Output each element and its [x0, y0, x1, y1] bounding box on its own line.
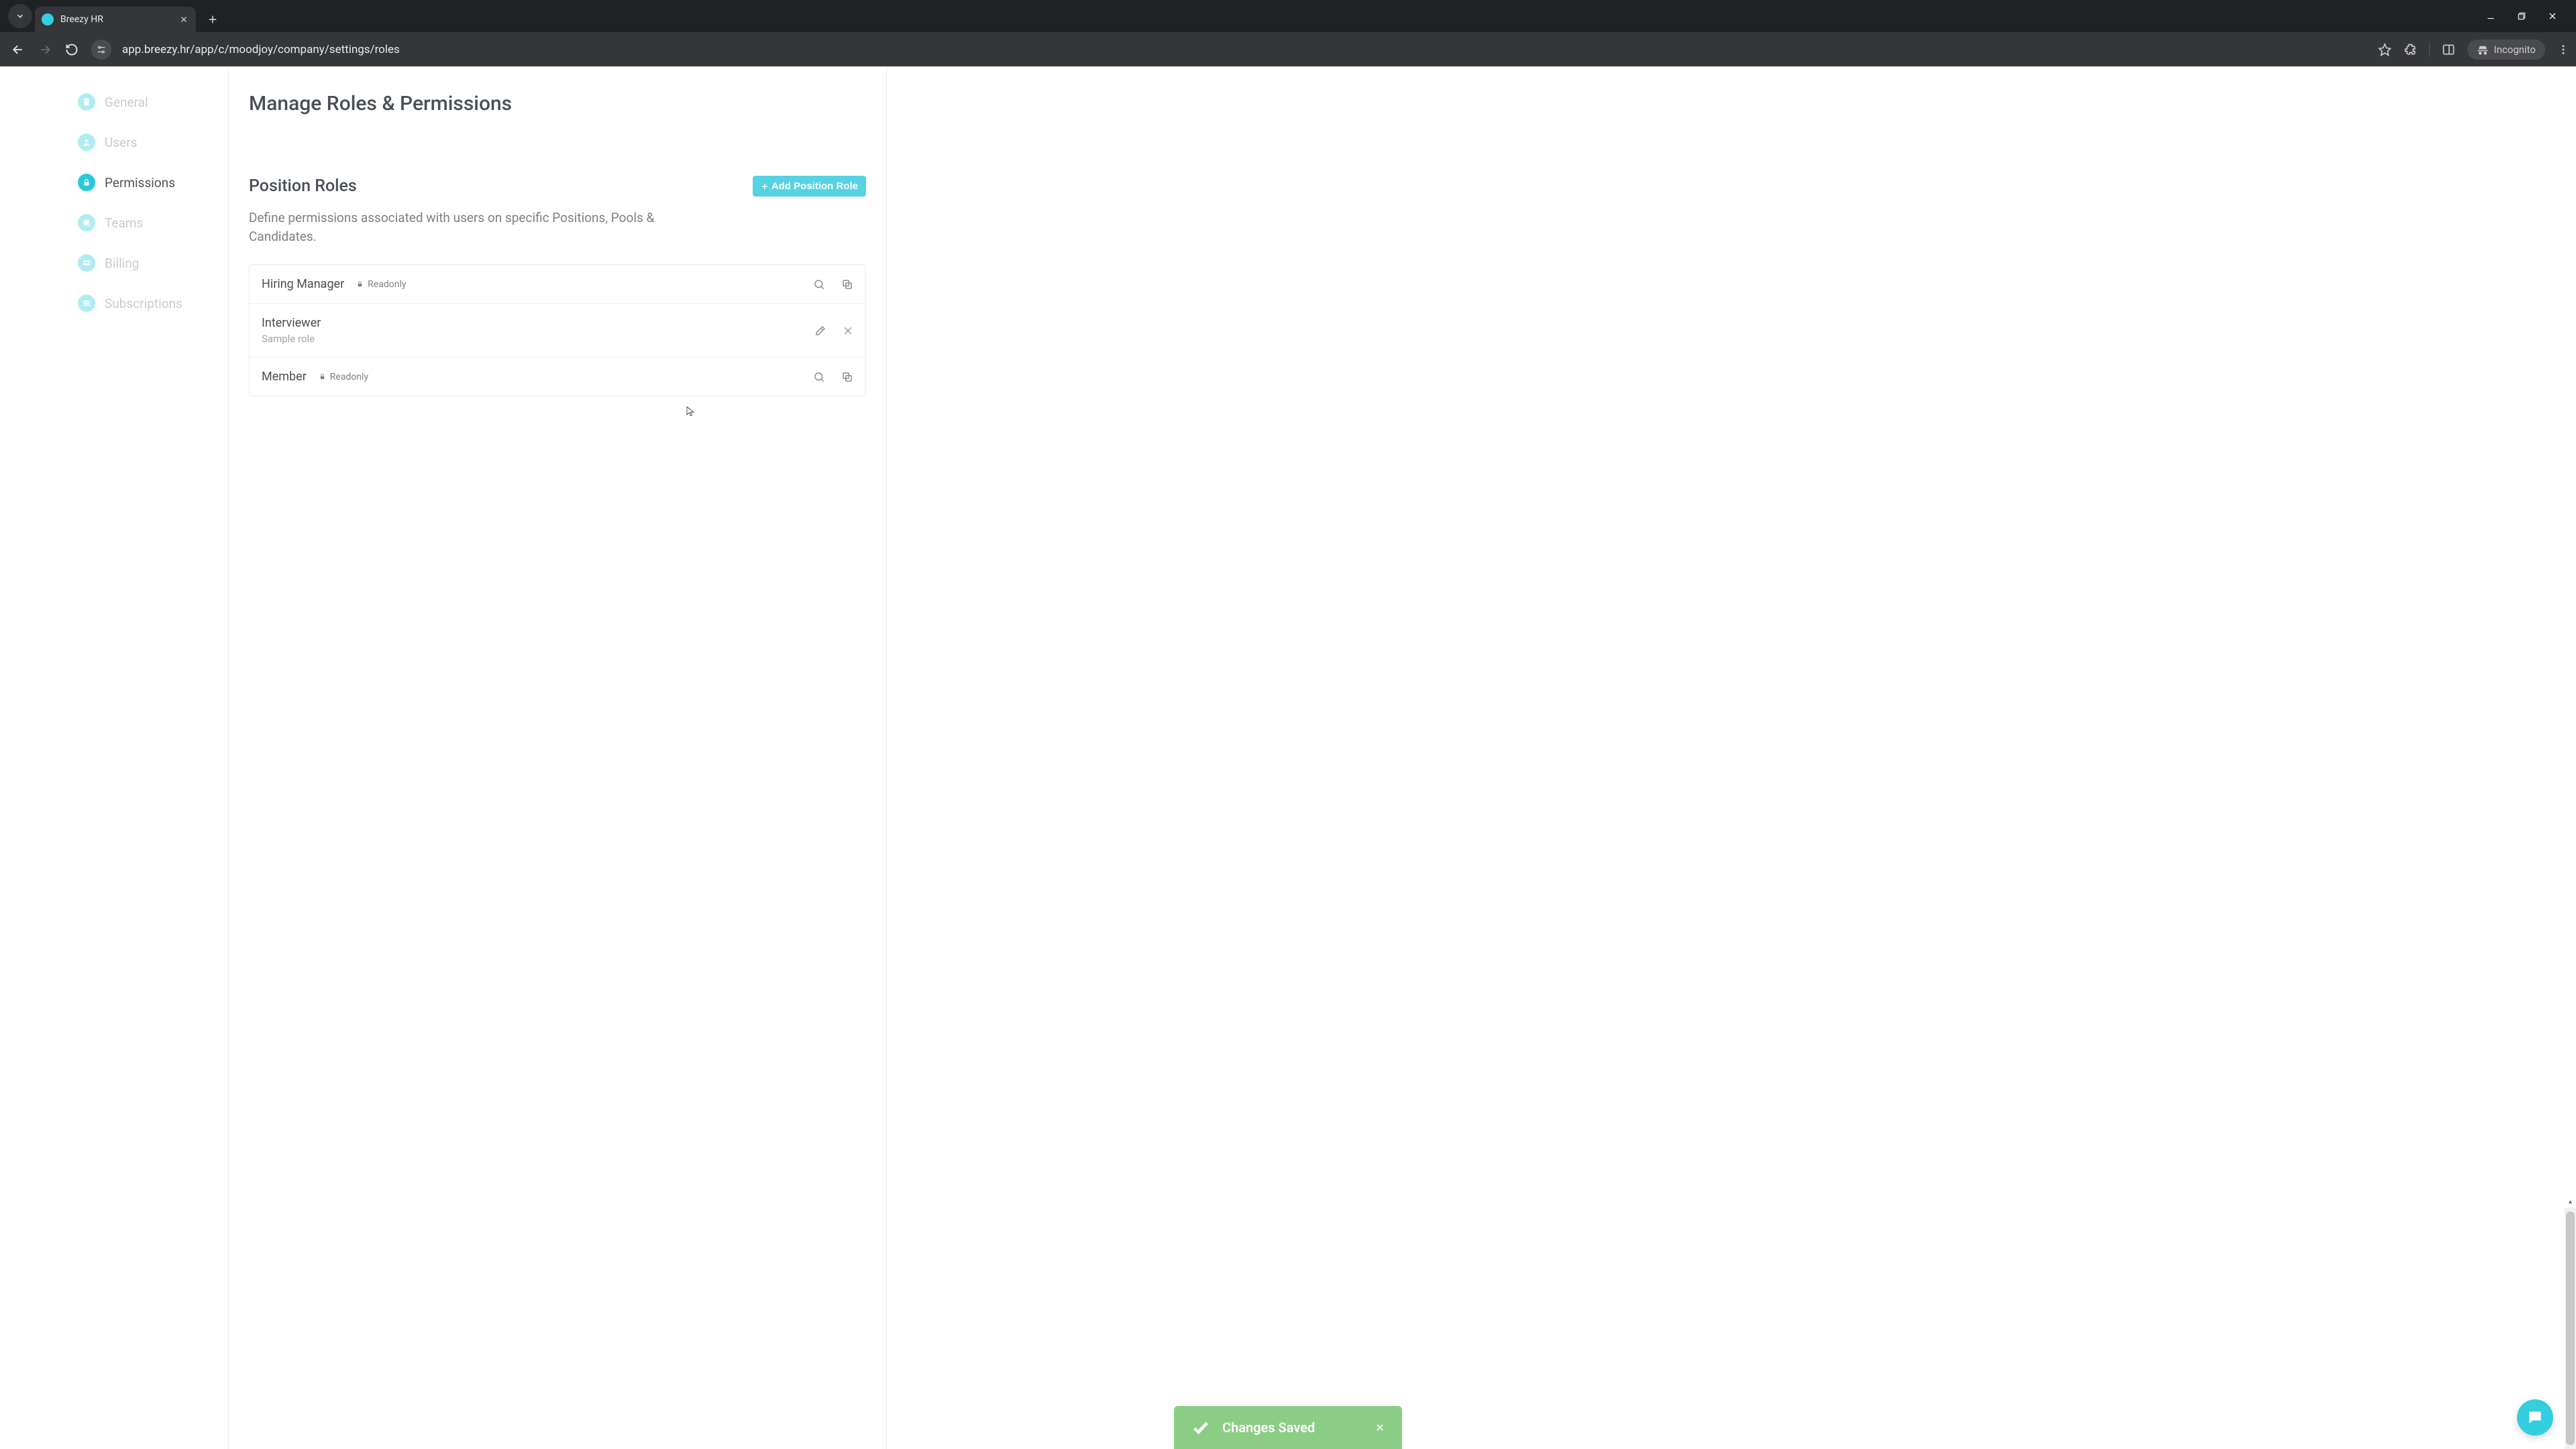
tab-title: Breezy HR: [60, 14, 173, 25]
role-row[interactable]: Hiring Manager Readonly: [250, 265, 865, 304]
window-maximize-button[interactable]: [2517, 11, 2536, 21]
tab-search-button[interactable]: [8, 4, 32, 28]
sidebar-item-subscriptions[interactable]: Subscriptions: [78, 294, 228, 312]
lock-icon: [356, 280, 364, 288]
role-subtitle: Sample role: [262, 333, 814, 345]
toast-dismiss-button[interactable]: [1375, 1423, 1385, 1432]
copy-icon: [841, 278, 853, 290]
toolbar-separator: [2429, 42, 2430, 57]
readonly-badge: Readonly: [319, 372, 368, 382]
lock-icon: [78, 174, 95, 191]
main-panel: Manage Roles & Permissions Position Role…: [228, 66, 887, 1449]
building-icon: [78, 93, 95, 111]
role-name: Member: [262, 370, 307, 384]
add-position-role-button[interactable]: Add Position Role: [753, 176, 866, 197]
copy-icon: [841, 371, 853, 383]
site-settings-button[interactable]: [91, 40, 111, 60]
edit-icon: [814, 325, 826, 337]
search-icon: [813, 278, 825, 290]
sidepanel-button[interactable]: [2442, 43, 2455, 56]
sidebar-item-label: General: [105, 95, 148, 110]
page-viewport: General Users Permissions Teams: [0, 66, 2576, 1449]
sidebar-item-label: Teams: [105, 215, 143, 231]
card-icon: [78, 254, 95, 272]
settings-sidebar: General Users Permissions Teams: [0, 66, 228, 1449]
section-title: Position Roles: [249, 176, 357, 196]
nav-reload-button[interactable]: [60, 38, 83, 61]
sidebar-item-general[interactable]: General: [78, 93, 228, 111]
sidebar-item-label: Subscriptions: [105, 296, 182, 311]
add-button-label: Add Position Role: [771, 180, 858, 192]
user-icon: [78, 133, 95, 151]
role-row[interactable]: Interviewer Sample role: [250, 304, 865, 358]
lock-icon: [319, 373, 326, 380]
role-row[interactable]: Member Readonly: [250, 358, 865, 396]
role-copy-button[interactable]: [841, 371, 853, 383]
bookmark-button[interactable]: [2378, 43, 2392, 56]
section-description: Define permissions associated with users…: [249, 209, 678, 246]
sidebar-item-label: Billing: [105, 256, 139, 271]
sidebar-item-label: Users: [105, 135, 137, 150]
sidebar-item-billing[interactable]: Billing: [78, 254, 228, 272]
roles-list: Hiring Manager Readonly: [249, 264, 866, 396]
browser-menu-button[interactable]: [2557, 44, 2569, 56]
incognito-indicator[interactable]: Incognito: [2467, 40, 2545, 60]
sidebar-item-teams[interactable]: Teams: [78, 214, 228, 231]
page-title: Manage Roles & Permissions: [249, 92, 866, 115]
browser-tab[interactable]: Breezy HR: [35, 7, 196, 32]
scroll-up-arrow[interactable]: ▴: [2565, 1198, 2576, 1205]
x-burst-icon: [78, 214, 95, 231]
readonly-badge: Readonly: [356, 279, 406, 290]
window-close-button[interactable]: [2548, 11, 2567, 21]
nav-back-button[interactable]: [7, 38, 30, 61]
check-icon: [1191, 1418, 1210, 1437]
search-icon: [813, 371, 825, 383]
role-name: Interviewer: [262, 316, 814, 330]
plus-icon: [761, 182, 769, 191]
toast-changes-saved: Changes Saved: [1174, 1406, 1402, 1449]
close-icon: [843, 325, 853, 336]
readonly-label: Readonly: [368, 279, 406, 290]
url-text[interactable]: app.breezy.hr/app/c/moodjoy/company/sett…: [115, 43, 2374, 56]
sidebar-item-label: Permissions: [105, 175, 175, 191]
window-controls: [2486, 0, 2576, 32]
page-scrollbar[interactable]: ▴: [2565, 1208, 2576, 1449]
incognito-icon: [2477, 44, 2489, 56]
new-tab-button[interactable]: [203, 9, 223, 30]
bars-icon: [78, 294, 95, 312]
incognito-label: Incognito: [2494, 44, 2536, 56]
sidebar-item-users[interactable]: Users: [78, 133, 228, 151]
role-view-button[interactable]: [813, 278, 825, 290]
readonly-label: Readonly: [330, 372, 368, 382]
role-edit-button[interactable]: [814, 325, 826, 337]
nav-forward-button[interactable]: [34, 38, 56, 61]
tab-close-button[interactable]: [180, 15, 188, 23]
role-delete-button[interactable]: [843, 325, 853, 337]
sidebar-item-permissions[interactable]: Permissions: [78, 174, 228, 191]
role-name: Hiring Manager: [262, 277, 344, 291]
address-bar: app.breezy.hr/app/c/moodjoy/company/sett…: [0, 32, 2576, 66]
window-minimize-button[interactable]: [2486, 11, 2505, 21]
scrollbar-thumb[interactable]: [2566, 1212, 2575, 1445]
browser-chrome: Breezy HR: [0, 0, 2576, 66]
role-view-button[interactable]: [813, 371, 825, 383]
extensions-button[interactable]: [2404, 43, 2417, 56]
tab-bar: Breezy HR: [0, 0, 2576, 32]
toast-message: Changes Saved: [1222, 1419, 1315, 1436]
chat-icon: [2526, 1409, 2544, 1426]
favicon-icon: [42, 13, 54, 25]
chat-launcher[interactable]: [2517, 1399, 2553, 1436]
role-copy-button[interactable]: [841, 278, 853, 290]
